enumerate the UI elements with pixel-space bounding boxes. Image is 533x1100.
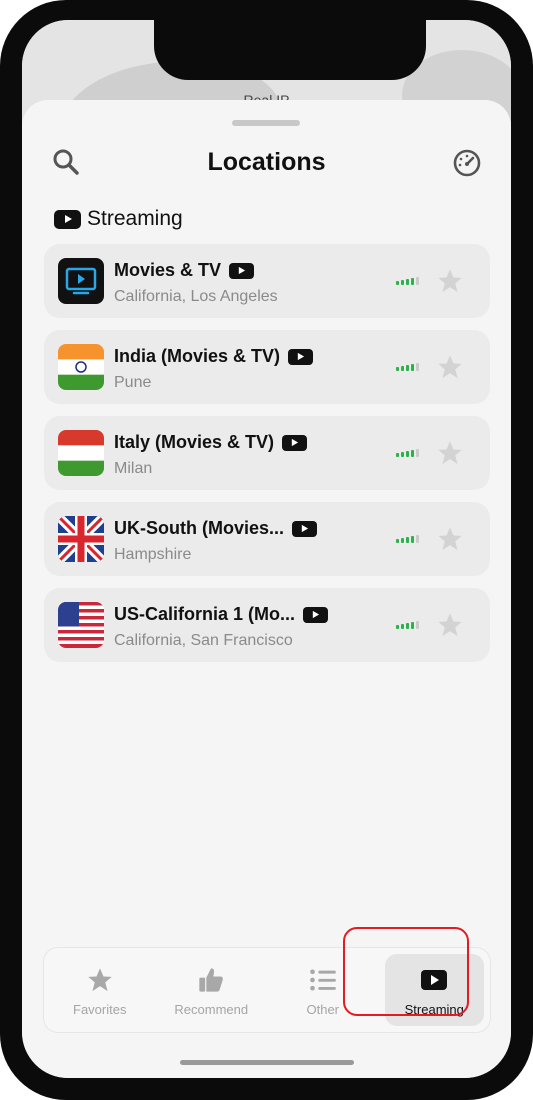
location-row[interactable]: UK-South (Movies... Hampshire xyxy=(44,502,490,576)
play-icon xyxy=(282,434,308,451)
location-name: Movies & TV xyxy=(114,260,222,280)
italy-flag-icon xyxy=(58,430,104,476)
play-icon xyxy=(288,348,314,365)
signal-strength-icon xyxy=(396,535,419,543)
location-city: Pune xyxy=(114,374,152,391)
location-name: US-California 1 (Mo... xyxy=(114,604,296,624)
tab-label: Recommend xyxy=(174,1002,249,1017)
tab-label: Favorites xyxy=(73,1002,127,1017)
location-row[interactable]: Movies & TV California, Los Angeles xyxy=(44,244,490,318)
page-title: Locations xyxy=(207,148,326,176)
play-icon xyxy=(292,520,317,537)
location-city: Milan xyxy=(114,460,153,477)
notch xyxy=(154,20,426,80)
signal-strength-icon xyxy=(396,277,419,285)
screen: Real IP Locations Streaming xyxy=(22,20,511,1078)
tab-recommend[interactable]: Recommend xyxy=(156,948,268,1032)
location-name: UK-South (Movies... xyxy=(114,518,284,538)
location-city: California, San Francisco xyxy=(114,632,293,649)
play-icon xyxy=(54,209,81,229)
favorite-star-icon[interactable] xyxy=(436,439,464,467)
signal-strength-icon xyxy=(396,621,419,629)
favorite-star-icon[interactable] xyxy=(436,611,464,639)
location-row[interactable]: India (Movies & TV) Pune xyxy=(44,330,490,404)
favorite-star-icon[interactable] xyxy=(436,267,464,295)
uk-flag-icon xyxy=(58,516,104,562)
location-city: Hampshire xyxy=(114,546,192,563)
us-flag-icon xyxy=(58,602,104,648)
thumbs-up-icon xyxy=(199,968,224,992)
home-indicator[interactable] xyxy=(180,1060,354,1065)
play-icon xyxy=(303,606,329,623)
highlight-box xyxy=(343,927,469,1016)
location-city: California, Los Angeles xyxy=(114,288,278,305)
india-flag-icon xyxy=(58,344,104,390)
sheet-grabber[interactable] xyxy=(232,120,300,126)
location-row[interactable]: US-California 1 (Mo... California, San F… xyxy=(44,588,490,662)
tab-favorites[interactable]: Favorites xyxy=(44,948,156,1032)
star-icon xyxy=(88,968,112,992)
list-icon xyxy=(309,969,336,991)
location-row[interactable]: Italy (Movies & TV) Milan xyxy=(44,416,490,490)
location-name: Italy (Movies & TV) xyxy=(114,432,275,452)
section-header-streaming: Streaming xyxy=(54,207,183,231)
favorite-star-icon[interactable] xyxy=(436,353,464,381)
location-name: India (Movies & TV) xyxy=(114,346,281,366)
favorite-star-icon[interactable] xyxy=(436,525,464,553)
signal-strength-icon xyxy=(396,363,419,371)
play-icon xyxy=(229,262,255,279)
location-list: Movies & TV California, Los Angeles Indi… xyxy=(44,244,490,674)
speedometer-icon[interactable] xyxy=(452,148,482,178)
tv-icon xyxy=(58,258,104,304)
signal-strength-icon xyxy=(396,449,419,457)
section-label: Streaming xyxy=(87,207,183,230)
